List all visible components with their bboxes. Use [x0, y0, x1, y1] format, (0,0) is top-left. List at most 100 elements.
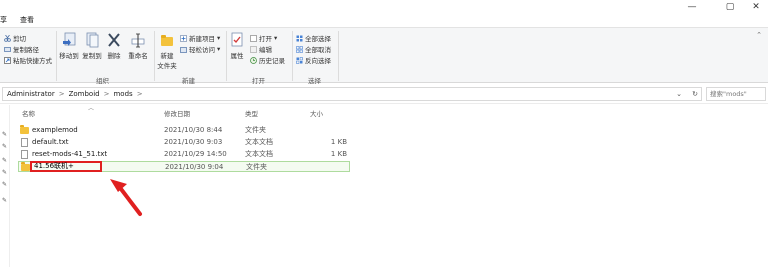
rename-value: 41.56联机+	[34, 162, 74, 170]
rename-input[interactable]: 41.56联机+	[30, 161, 102, 172]
rename-button[interactable]: 重命名	[124, 32, 152, 60]
navigation-pane[interactable]: ✎ ✎ ✎ ✎ ✎ ✎	[0, 105, 10, 267]
select-none-button[interactable]: 全部取消	[296, 44, 331, 54]
cut-label: 剪切	[13, 35, 26, 43]
search-input[interactable]: 搜索"mods"	[706, 87, 766, 101]
close-button[interactable]: ✕	[744, 0, 768, 14]
select-all-label: 全部选择	[305, 35, 331, 43]
ribbon-separator	[56, 31, 57, 81]
menu-view[interactable]: 查看	[20, 15, 34, 25]
file-row[interactable]: default.txt 2021/10/30 9:03 文本文档 1 KB	[18, 137, 350, 148]
move-to-icon	[63, 32, 76, 46]
minimize-button[interactable]: —	[680, 0, 704, 14]
file-row[interactable]: examplemod 2021/10/30 8:44 文件夹	[18, 125, 350, 136]
open-label: 打开	[259, 35, 272, 43]
paste-shortcut-label: 粘贴快捷方式	[13, 57, 52, 65]
invert-selection-label: 反向选择	[305, 57, 331, 65]
paste-shortcut-icon	[4, 56, 11, 64]
copy-to-label: 复制到	[82, 52, 102, 60]
sort-arrow-icon: ︿	[88, 105, 95, 112]
file-type: 文件夹	[246, 163, 267, 171]
new-item-button[interactable]: 新建项目 ▾	[180, 33, 220, 43]
file-name: examplemod	[32, 126, 78, 134]
delete-button[interactable]: 删除	[106, 32, 122, 60]
scissors-icon	[4, 34, 11, 42]
file-date: 2021/10/30 9:03	[164, 138, 223, 146]
open-button[interactable]: 打开 ▾	[250, 33, 277, 43]
dropdown-chevron-icon: ▾	[217, 45, 221, 53]
pin-icon[interactable]: ✎	[2, 197, 7, 204]
dropdown-chevron-icon: ▾	[217, 34, 221, 42]
breadcrumb-separator: >	[58, 90, 65, 98]
move-to-label: 移动到	[59, 52, 79, 60]
address-row: Administrator > Zomboid > mods > ⌄ ↻ 搜索"…	[0, 84, 768, 104]
pin-icon[interactable]: ✎	[2, 143, 7, 150]
file-date: 2021/10/29 14:50	[164, 150, 227, 158]
ribbon-separator	[154, 31, 155, 81]
pin-icon[interactable]: ✎	[2, 169, 7, 176]
ribbon-separator	[292, 31, 293, 81]
copy-to-button[interactable]: 复制到	[80, 32, 104, 60]
column-header-type[interactable]: 类型	[245, 108, 258, 118]
file-row[interactable]: reset-mods-41_51.txt 2021/10/29 14:50 文本…	[18, 149, 350, 160]
cut-button[interactable]: 剪切	[4, 33, 26, 43]
menu-bar: 享 查看 — ▢ ✕	[0, 0, 768, 27]
pin-icon[interactable]: ✎	[2, 131, 7, 138]
properties-icon	[231, 32, 243, 47]
file-date: 2021/10/30 8:44	[164, 126, 223, 134]
delete-icon	[108, 33, 120, 47]
pin-icon[interactable]: ✎	[2, 181, 7, 188]
new-item-label: 新建项目	[189, 35, 215, 43]
column-header-size[interactable]: 大小	[310, 108, 323, 118]
delete-label: 删除	[107, 52, 121, 60]
text-file-icon	[21, 138, 28, 147]
file-date: 2021/10/30 9:04	[165, 163, 224, 171]
copy-path-button[interactable]: 复制路径	[4, 44, 39, 54]
file-name: default.txt	[32, 138, 69, 146]
invert-selection-icon	[296, 56, 303, 64]
text-file-icon	[21, 150, 28, 159]
new-folder-button[interactable]: 新建 文件夹	[156, 32, 178, 70]
edit-label: 编辑	[259, 46, 272, 54]
copy-path-label: 复制路径	[13, 46, 39, 54]
ribbon-collapse-icon[interactable]: ⌃	[756, 31, 762, 39]
move-to-button[interactable]: 移动到	[58, 32, 80, 60]
breadcrumb-administrator[interactable]: Administrator	[7, 88, 55, 100]
file-type: 文本文档	[245, 150, 273, 158]
dropdown-chevron-icon: ▾	[274, 34, 278, 42]
folder-icon	[21, 162, 30, 171]
copy-path-icon	[4, 46, 11, 52]
file-size: 1 KB	[330, 138, 347, 146]
column-header-name[interactable]: 名称	[22, 108, 35, 118]
pin-icon[interactable]: ✎	[2, 157, 7, 164]
new-folder-label-2: 文件夹	[157, 62, 177, 70]
maximize-button[interactable]: ▢	[718, 0, 742, 14]
paste-shortcut-button[interactable]: 粘贴快捷方式	[4, 55, 52, 65]
easy-access-label: 轻松访问	[189, 46, 215, 54]
copy-to-icon	[86, 32, 99, 48]
edit-icon	[250, 45, 257, 53]
refresh-icon[interactable]: ↻	[688, 87, 702, 101]
ribbon-separator	[338, 31, 339, 81]
breadcrumb-separator: >	[136, 90, 143, 98]
select-all-button[interactable]: 全部选择	[296, 33, 331, 43]
file-size: 1 KB	[330, 150, 347, 158]
ribbon-separator	[226, 31, 227, 81]
open-icon	[250, 34, 257, 42]
select-none-label: 全部取消	[305, 46, 331, 54]
easy-access-button[interactable]: 轻松访问 ▾	[180, 44, 220, 54]
breadcrumb-zomboid[interactable]: Zomboid	[69, 88, 100, 100]
invert-selection-button[interactable]: 反向选择	[296, 55, 331, 65]
edit-button[interactable]: 编辑	[250, 44, 272, 54]
address-dropdown-icon[interactable]: ⌄	[672, 87, 686, 101]
column-header-date[interactable]: 修改日期	[164, 108, 190, 118]
menu-share[interactable]: 享	[0, 15, 7, 25]
breadcrumb-mods[interactable]: mods	[113, 88, 132, 100]
address-bar[interactable]: Administrator > Zomboid > mods >	[2, 87, 702, 101]
rename-label: 重命名	[128, 52, 148, 60]
search-placeholder: 搜索"mods"	[710, 90, 747, 98]
folder-icon	[20, 125, 29, 134]
history-button[interactable]: 历史记录	[250, 55, 285, 65]
properties-button[interactable]: 属性	[228, 32, 246, 60]
rename-icon	[131, 33, 145, 48]
